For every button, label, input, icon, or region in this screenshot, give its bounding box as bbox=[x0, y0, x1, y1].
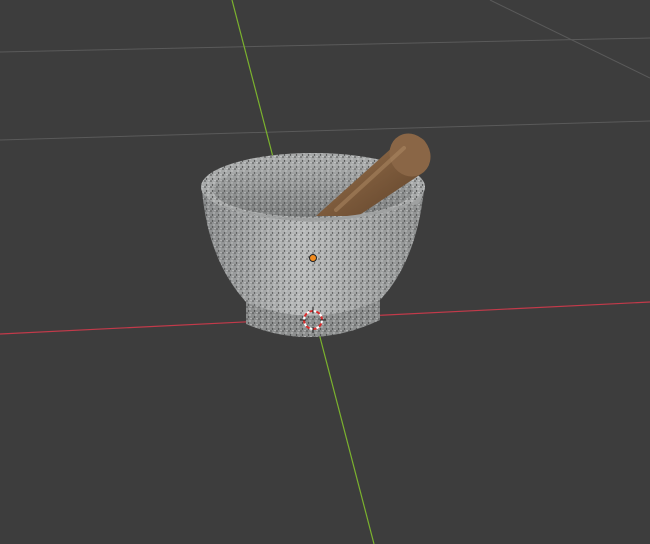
object-origin-marker bbox=[309, 254, 317, 262]
viewport-canvas[interactable] bbox=[0, 0, 650, 544]
grid-line bbox=[0, 120, 650, 141]
grid-line bbox=[0, 37, 650, 53]
floor-grid bbox=[0, 0, 650, 141]
3d-viewport[interactable] bbox=[0, 0, 650, 544]
